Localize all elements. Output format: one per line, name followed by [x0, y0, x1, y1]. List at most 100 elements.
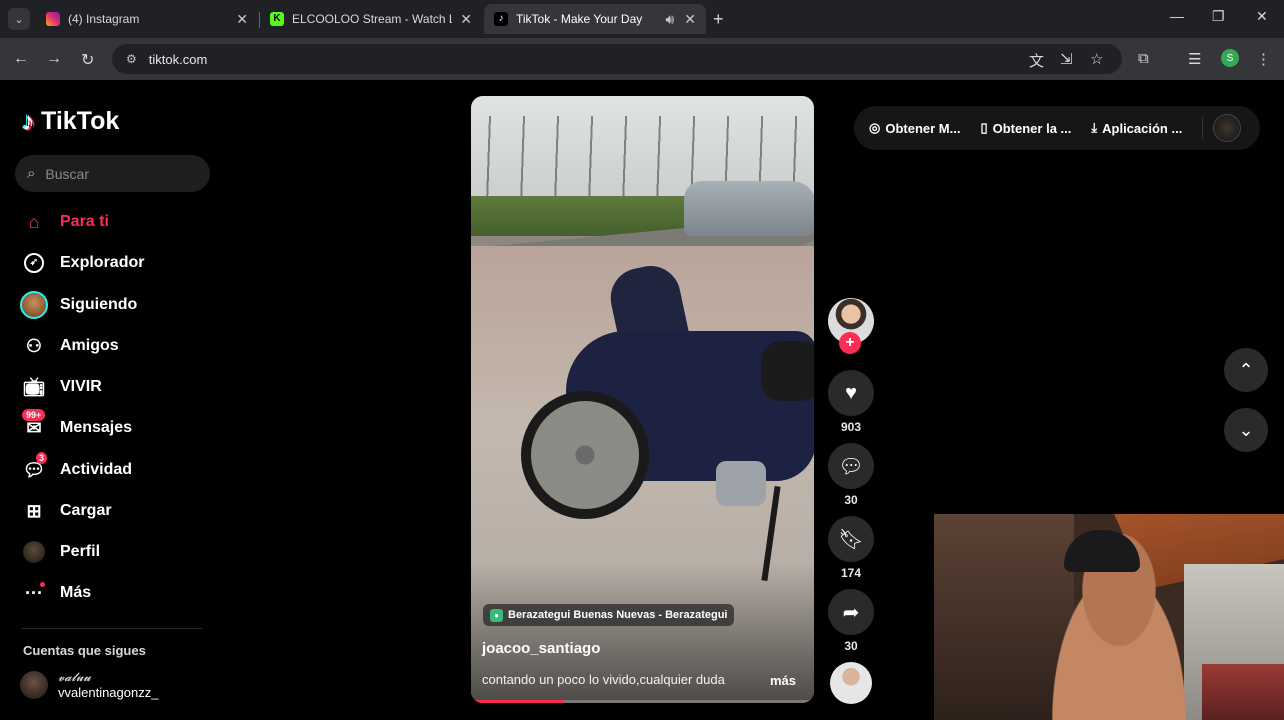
- nav-item-para-ti[interactable]: ⌂ Para ti: [20, 207, 109, 237]
- video-player[interactable]: ● Berazategui Buenas Nuevas - Berazategu…: [471, 96, 814, 703]
- nav-label: Mensajes: [60, 419, 133, 436]
- caption-more-button[interactable]: más: [770, 673, 796, 688]
- webcam-red-object: [1202, 664, 1284, 720]
- back-arrow-icon[interactable]: ←: [13, 50, 29, 68]
- media-queue-icon[interactable]: ☰: [1188, 50, 1201, 68]
- tab-elcooloo[interactable]: K ELCOOLOO Stream - Watch Live ✕: [260, 4, 482, 34]
- heart-icon: ♥: [845, 381, 857, 404]
- more-icon: ···: [20, 579, 48, 607]
- nav-item-mensajes[interactable]: ✉︎ 99+ Mensajes: [20, 409, 133, 443]
- bookmark-icon: 🔖︎: [838, 528, 864, 551]
- live-tv-icon: 📺︎: [22, 376, 46, 397]
- user-avatar[interactable]: [1213, 114, 1242, 142]
- close-icon[interactable]: ✕: [684, 11, 696, 28]
- tab-title: (4) Instagram: [68, 12, 140, 26]
- chevron-down-icon: ⌄: [1238, 419, 1254, 440]
- nav-item-vivir[interactable]: 📺︎ VIVIR: [20, 372, 102, 402]
- location-text: Berazategui Buenas Nuevas - Berazategui: [508, 609, 728, 621]
- tab-tiktok[interactable]: ♪ TikTok - Make Your Day 🔊︎ ✕: [484, 4, 706, 34]
- tab-title: TikTok - Make Your Day: [516, 12, 643, 26]
- search-icon: ⌕: [27, 165, 36, 182]
- nav-item-actividad[interactable]: 💬︎ 3 Actividad: [20, 452, 133, 485]
- tab-instagram[interactable]: (4) Instagram ✕: [36, 4, 258, 34]
- get-coins-button[interactable]: ◎ Obtener M...: [869, 120, 960, 136]
- pill-divider: [1202, 117, 1204, 139]
- translate-icon[interactable]: 文: [1029, 50, 1044, 71]
- motorcycle-seat: [761, 341, 814, 401]
- nav-label: Explorador: [60, 254, 145, 271]
- messages-badge: 99+: [22, 409, 46, 421]
- share-arrow-icon: ➦: [842, 601, 860, 624]
- webcam-overlay: [934, 514, 1284, 720]
- chevron-up-icon: ⌃: [1238, 359, 1254, 380]
- following-account-item[interactable]: 𝓿𝓪𝓵𝓾𝓾 vvalentinagonzz_: [20, 670, 158, 700]
- tiktok-note-icon: ♪: [22, 106, 35, 136]
- search-input[interactable]: ⌕ Buscar: [15, 155, 210, 192]
- nav-item-explorador[interactable]: ➶ Explorador: [20, 248, 144, 278]
- tiktok-logo[interactable]: ♪ TikTok: [22, 106, 119, 137]
- pill-label: Obtener la ...: [992, 120, 1072, 136]
- nav-item-siguiendo[interactable]: Siguiendo: [20, 290, 137, 320]
- install-app-icon[interactable]: ⇲: [1060, 50, 1073, 68]
- profile-avatar: [20, 538, 48, 566]
- sidebar-divider: [22, 628, 202, 629]
- bookmark-star-icon[interactable]: ☆: [1090, 50, 1103, 68]
- url-text: tiktok.com: [148, 51, 208, 67]
- video-caption: contando un poco lo vivido,cualquier dud…: [482, 672, 725, 687]
- avatar: [20, 671, 48, 699]
- restore-icon[interactable]: ❐: [1212, 8, 1225, 25]
- minimize-icon[interactable]: —: [1170, 8, 1184, 24]
- nav-label: Para ti: [60, 213, 109, 230]
- get-app-button[interactable]: ▯ Obtener la ...: [980, 120, 1071, 136]
- nav-label: Actividad: [60, 461, 133, 478]
- nav-label: Perfil: [60, 543, 101, 560]
- nav-label: VIVIR: [60, 378, 102, 395]
- window-close-icon[interactable]: ✕: [1256, 8, 1268, 25]
- follow-plus-button[interactable]: +: [839, 332, 861, 354]
- url-omnibox[interactable]: ⚙︎ tiktok.com: [112, 44, 1122, 74]
- coin-icon: ◎: [869, 120, 881, 135]
- following-avatar: [20, 291, 48, 319]
- sound-avatar[interactable]: [830, 662, 872, 704]
- comment-count: 30: [844, 493, 858, 507]
- video-author[interactable]: joacoo_santiago: [482, 640, 600, 657]
- comment-button[interactable]: 💬︎: [828, 443, 874, 489]
- instagram-icon: [46, 12, 60, 26]
- share-button[interactable]: ➦: [828, 589, 874, 635]
- video-scene-car: [684, 181, 814, 236]
- forward-arrow-icon[interactable]: →: [46, 50, 62, 68]
- reload-icon[interactable]: ↻: [81, 50, 94, 70]
- save-button[interactable]: 🔖︎: [828, 516, 874, 562]
- account-display-name: 𝓿𝓪𝓵𝓾𝓾: [58, 670, 91, 684]
- messages-icon: ✉︎ 99+: [20, 409, 48, 442]
- phone-icon: ▯: [980, 120, 988, 135]
- friends-icon: ⚇: [25, 335, 43, 356]
- nav-item-perfil[interactable]: Perfil: [20, 537, 100, 567]
- video-progress-bar[interactable]: [471, 700, 814, 703]
- nav-item-amigos[interactable]: ⚇ Amigos: [20, 331, 119, 361]
- location-tag[interactable]: ● Berazategui Buenas Nuevas - Berazategu…: [483, 604, 735, 626]
- close-icon[interactable]: ✕: [460, 11, 472, 28]
- tab-search-chevron-icon[interactable]: ⌄: [8, 8, 30, 30]
- extensions-icon[interactable]: ⧉: [1138, 50, 1149, 67]
- nav-item-mas[interactable]: ··· Más: [20, 578, 91, 608]
- desktop-app-button[interactable]: ⤓ Aplicación ...: [1091, 120, 1182, 136]
- profile-avatar-button[interactable]: S: [1221, 49, 1239, 67]
- menu-kebab-icon[interactable]: ⋮: [1256, 50, 1271, 68]
- close-icon[interactable]: ✕: [236, 11, 248, 28]
- previous-video-button[interactable]: ⌃: [1224, 348, 1268, 392]
- nav-label: Siguiendo: [60, 296, 138, 313]
- comment-icon: 💬︎: [838, 455, 864, 478]
- home-icon: ⌂: [28, 211, 40, 232]
- search-placeholder: Buscar: [45, 165, 89, 182]
- site-settings-icon[interactable]: ⚙︎: [126, 52, 137, 66]
- new-tab-button[interactable]: +: [713, 9, 724, 30]
- activity-badge: 3: [36, 452, 48, 464]
- nav-item-cargar[interactable]: ⊞ Cargar: [20, 496, 111, 526]
- tiktok-page: ♪ TikTok ⌕ Buscar ⌂ Para ti ➶ Explorador…: [0, 80, 1284, 720]
- like-count: 903: [840, 420, 862, 434]
- upload-icon: ⊞: [26, 500, 42, 521]
- like-button[interactable]: ♥: [828, 370, 874, 416]
- next-video-button[interactable]: ⌄: [1224, 408, 1268, 452]
- speaker-icon[interactable]: 🔊︎: [665, 11, 674, 28]
